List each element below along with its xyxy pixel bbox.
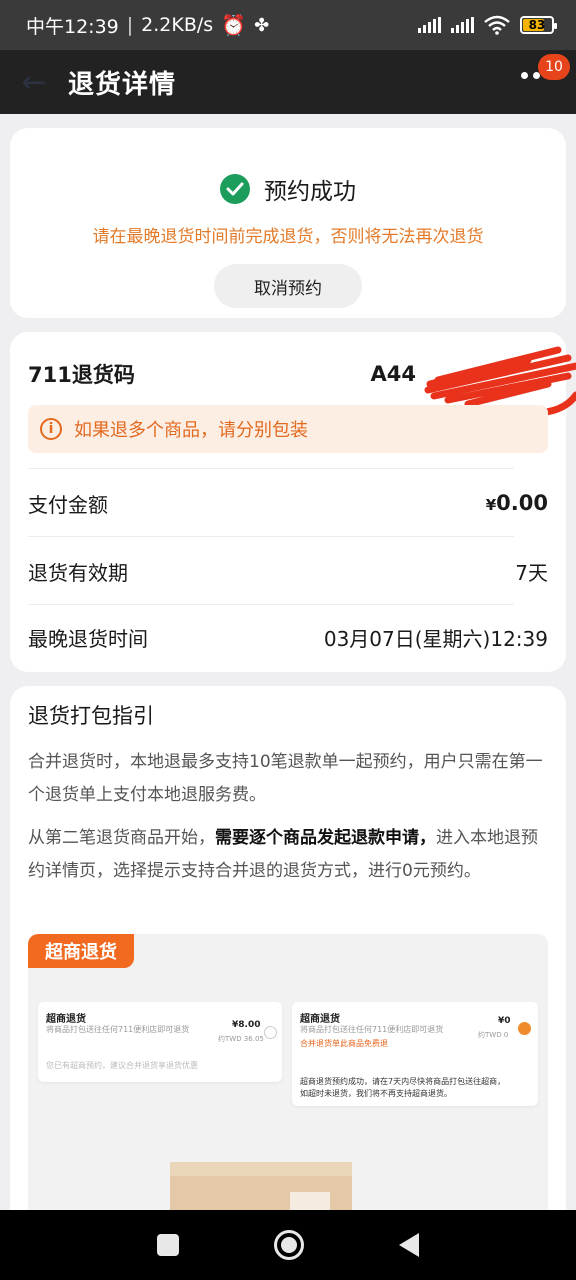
guide-title: 退货打包指引 xyxy=(28,704,154,728)
parcel-box-image xyxy=(170,1162,352,1210)
signal-icon-2 xyxy=(451,17,474,33)
guide-paragraph-2: 从第二笔退货商品开始，需要逐个商品发起退款申请，进入本地退预约详情页，选择提示支… xyxy=(28,828,538,881)
left-option-card: 超商退货 将商品打包送往任何711便利店即可退货 ¥8.00 约TWD 36.0… xyxy=(38,1002,282,1082)
alarm-icon: ⏰ xyxy=(221,13,247,37)
signal-icon xyxy=(418,17,441,33)
network-speed: 2.2KB/s xyxy=(141,14,214,36)
convenience-store-tag: 超商退货 xyxy=(28,934,134,968)
title-bar: ← 退货详情 10 xyxy=(0,50,576,114)
return-code-card: 711退货码 A44 i 如果退多个商品，请分别包装 支付金额 ¥0.00 退货… xyxy=(10,332,576,672)
cancel-booking-button[interactable]: 取消预约 xyxy=(214,264,362,308)
back-nav-button[interactable] xyxy=(398,1233,419,1257)
info-icon: i xyxy=(40,418,62,440)
fan-icon: ✤ xyxy=(254,14,270,36)
return-code-label: 711退货码 xyxy=(28,363,135,387)
currency-symbol: ¥ xyxy=(485,496,497,514)
status-time: 中午12:39 xyxy=(26,15,119,38)
deadline-row: 最晚退货时间 03月07日(星期六)12:39 xyxy=(28,604,548,670)
success-heading: 预约成功 xyxy=(10,172,566,206)
booking-status-card: 预约成功 请在最晚退货时间前完成退货，否则将无法再次退货 取消预约 xyxy=(10,128,566,318)
guide-illustration: 超商退货 超商退货 将商品打包送往任何711便利店即可退货 ¥8.00 约TWD… xyxy=(28,934,548,1210)
amount-number: 0.00 xyxy=(496,491,548,515)
payment-amount-label: 支付金额 xyxy=(28,492,108,517)
back-button[interactable]: ← xyxy=(0,50,68,114)
battery-icon: 83 xyxy=(520,16,557,34)
recent-apps-button[interactable] xyxy=(157,1234,180,1256)
notification-badge: 10 xyxy=(538,54,570,80)
payment-amount-row: 支付金额 ¥0.00 xyxy=(28,470,548,536)
home-button[interactable] xyxy=(273,1230,304,1260)
validity-value: 7天 xyxy=(515,560,548,585)
radio-checked-icon xyxy=(518,1022,531,1035)
divider xyxy=(28,468,514,469)
deadline-label: 最晚退货时间 xyxy=(28,626,148,651)
validity-row: 退货有效期 7天 xyxy=(28,538,548,604)
main-content[interactable]: 预约成功 请在最晚退货时间前完成退货，否则将无法再次退货 取消预约 711退货码… xyxy=(0,114,576,1210)
status-bar: 中午12:39 | 2.2KB/s ⏰ ✤ 83 xyxy=(0,0,576,50)
packaging-tip: i 如果退多个商品，请分别包装 xyxy=(28,405,548,453)
system-nav-bar xyxy=(0,1210,576,1280)
packing-guide-card: 退货打包指引 合并退货时，本地退最多支持10笔退款单一起预约，用户只需在第一个退… xyxy=(10,686,566,1210)
battery-level: 83 xyxy=(528,18,546,32)
success-title: 预约成功 xyxy=(264,179,356,205)
wifi-icon xyxy=(484,15,510,35)
deadline-value: 03月07日(星期六)12:39 xyxy=(323,626,548,651)
deadline-warning: 请在最晚退货时间前完成退货，否则将无法再次退货 xyxy=(92,227,484,247)
packaging-tip-text: 如果退多个商品，请分别包装 xyxy=(74,420,308,441)
arrow-left-icon: ← xyxy=(21,64,47,100)
right-option-card: 超商退货 将商品打包送往任何711便利店即可退货 合并退货单此商品免费退 ¥0 … xyxy=(292,1002,538,1106)
payment-amount-value: ¥0.00 xyxy=(486,491,548,515)
validity-label: 退货有效期 xyxy=(28,560,128,585)
check-circle-icon xyxy=(220,174,250,204)
divider xyxy=(28,536,514,537)
guide-paragraph-1: 合并退货时，本地退最多支持10笔退款单一起预约，用户只需在第一个退货单上支付本地… xyxy=(28,752,543,805)
radio-icon xyxy=(264,1026,277,1039)
page-title: 退货详情 xyxy=(68,69,177,100)
